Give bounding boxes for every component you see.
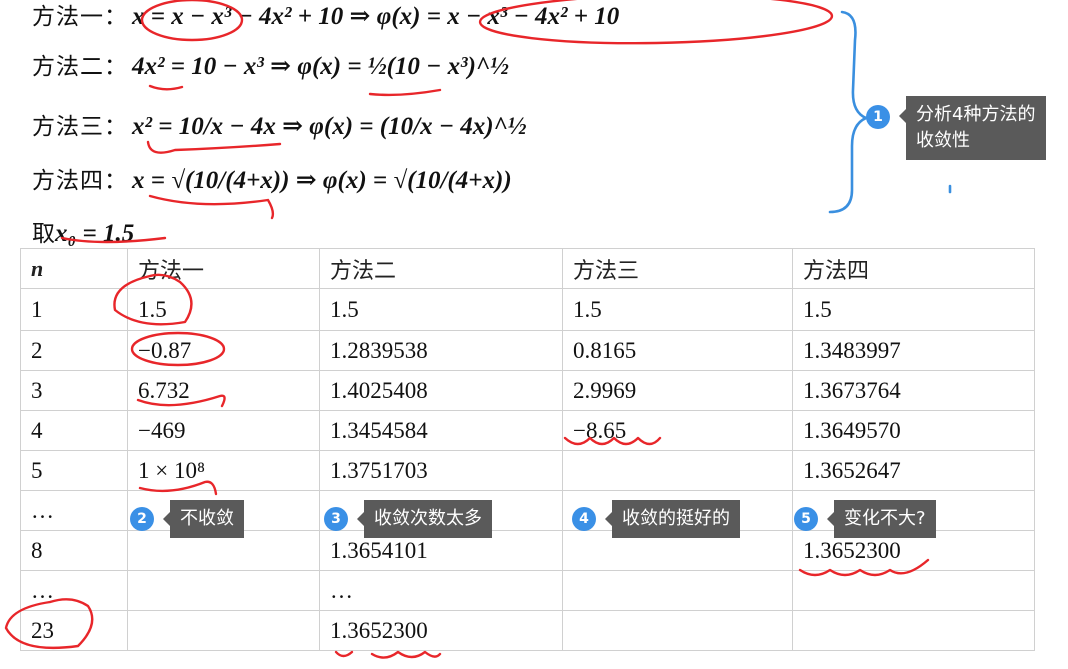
table-cell: 1.2839538 bbox=[319, 330, 563, 371]
table-row: 2 −0.87 1.2839538 0.8165 1.3483997 bbox=[20, 330, 1035, 371]
table-cell: 6.732 bbox=[127, 370, 320, 411]
annotation-1-tooltip: 分析4种方法的收敛性 bbox=[899, 96, 1046, 161]
table-row: 4 −469 1.3454584 −8.65 1.3649570 bbox=[20, 410, 1035, 451]
method-3-label: 方法三： bbox=[32, 114, 128, 140]
table-row: … … bbox=[20, 570, 1035, 611]
header-method-3: 方法三 bbox=[562, 248, 793, 289]
initial-value-line: 取x₀ = 1.5 bbox=[32, 214, 134, 248]
table-cell: 1.3652300 bbox=[319, 610, 563, 651]
table-cell: 1.4025408 bbox=[319, 370, 563, 411]
annotation-4[interactable]: 4 收敛的挺好的 bbox=[572, 500, 740, 539]
annotation-3[interactable]: 3 收敛次数太多 bbox=[324, 500, 492, 539]
table-row: 23 1.3652300 bbox=[20, 610, 1035, 651]
table-cell bbox=[562, 570, 793, 611]
method-4-formula: x = √(10/(4+x)) ⇒ φ(x) = √(10/(4+x)) bbox=[132, 167, 512, 194]
pen-underline-method2 bbox=[148, 84, 184, 91]
table-cell: 1.3652647 bbox=[792, 450, 1035, 491]
pen-underline-method2-phi bbox=[368, 88, 442, 97]
table-cell: 1.5 bbox=[562, 288, 793, 331]
pen-underline-method4 bbox=[148, 194, 275, 220]
table-cell: 5 bbox=[20, 450, 128, 491]
table-cell: 23 bbox=[20, 610, 128, 651]
annotation-5-tooltip: 变化不大? bbox=[827, 500, 936, 539]
table-row: 1 1.5 1.5 1.5 1.5 bbox=[20, 288, 1035, 331]
annotation-2-badge[interactable]: 2 bbox=[130, 507, 154, 532]
method-1-line: 方法一： x = x − x³ − 4x² + 10 ⇒ φ(x) = x − x… bbox=[32, 4, 619, 29]
initial-value-label: 取 bbox=[32, 221, 55, 247]
table-cell: … bbox=[20, 490, 128, 531]
header-n: n bbox=[20, 248, 128, 289]
table-cell: 1.5 bbox=[792, 288, 1035, 331]
annotation-2[interactable]: 2 不收敛 bbox=[130, 500, 244, 539]
method-4-label: 方法四： bbox=[32, 168, 128, 194]
table-cell: … bbox=[319, 570, 563, 611]
method-4-line: 方法四： x = √(10/(4+x)) ⇒ φ(x) = √(10/(4+x)) bbox=[32, 168, 512, 193]
annotation-3-badge[interactable]: 3 bbox=[324, 507, 348, 532]
annotation-5-badge[interactable]: 5 bbox=[794, 507, 818, 532]
table-cell: 1.5 bbox=[319, 288, 563, 331]
table-cell: 1.3483997 bbox=[792, 330, 1035, 371]
pen-squiggle-method2-row23 bbox=[370, 650, 442, 659]
annotation-5[interactable]: 5 变化不大? bbox=[794, 500, 936, 539]
slide: 方法一： x = x − x³ − 4x² + 10 ⇒ φ(x) = x − x… bbox=[0, 0, 1068, 669]
table-row: 3 6.732 1.4025408 2.9969 1.3673764 bbox=[20, 370, 1035, 411]
table-cell: 1.3751703 bbox=[319, 450, 563, 491]
table-cell: 1 bbox=[20, 288, 128, 331]
method-2-line: 方法二： 4x² = 10 − x³ ⇒ φ(x) = ½(10 − x³)^½ bbox=[32, 54, 509, 79]
method-3-line: 方法三： x² = 10/x − 4x ⇒ φ(x) = (10/x − 4x)^… bbox=[32, 114, 527, 139]
iteration-table: n 方法一 方法二 方法三 方法四 1 1.5 1.5 1.5 1.5 2 −0… bbox=[20, 248, 1035, 651]
table-cell: 1.3673764 bbox=[792, 370, 1035, 411]
method-3-formula: x² = 10/x − 4x ⇒ φ(x) = (10/x − 4x)^½ bbox=[132, 113, 527, 140]
initial-value-formula: x₀ = 1.5 bbox=[55, 220, 135, 247]
table-cell: −469 bbox=[127, 410, 320, 451]
table-cell: 4 bbox=[20, 410, 128, 451]
table-cell: 1.5 bbox=[127, 288, 320, 331]
table-cell bbox=[792, 610, 1035, 651]
annotation-3-tooltip: 收敛次数太多 bbox=[357, 500, 492, 539]
pen-tick-method2-row23 bbox=[334, 650, 354, 658]
table-cell: 2 bbox=[20, 330, 128, 371]
table-cell: 0.8165 bbox=[562, 330, 793, 371]
annotation-1[interactable]: 1 分析4种方法的收敛性 bbox=[866, 96, 1046, 161]
table-cell bbox=[127, 610, 320, 651]
annotation-4-badge[interactable]: 4 bbox=[572, 507, 596, 532]
header-method-2: 方法二 bbox=[319, 248, 563, 289]
table-cell: … bbox=[20, 570, 128, 611]
table-cell bbox=[562, 450, 793, 491]
table-cell: 1.3649570 bbox=[792, 410, 1035, 451]
header-method-4: 方法四 bbox=[792, 248, 1035, 289]
table-cell: 8 bbox=[20, 530, 128, 571]
header-method-1: 方法一 bbox=[127, 248, 320, 289]
table-cell: 2.9969 bbox=[562, 370, 793, 411]
annotation-2-tooltip: 不收敛 bbox=[163, 500, 244, 539]
method-1-label: 方法一： bbox=[32, 4, 128, 30]
method-2-label: 方法二： bbox=[32, 54, 128, 80]
pen-underline-method3 bbox=[146, 140, 282, 154]
table-cell: −8.65 bbox=[562, 410, 793, 451]
table-cell: 1 × 10⁸ bbox=[127, 450, 320, 491]
method-2-formula: 4x² = 10 − x³ ⇒ φ(x) = ½(10 − x³)^½ bbox=[132, 53, 509, 80]
annotation-4-tooltip: 收敛的挺好的 bbox=[605, 500, 740, 539]
table-cell: 1.3454584 bbox=[319, 410, 563, 451]
table-header-row: n 方法一 方法二 方法三 方法四 bbox=[20, 248, 1035, 289]
table-row: 5 1 × 10⁸ 1.3751703 1.3652647 bbox=[20, 450, 1035, 491]
method-1-formula: x = x − x³ − 4x² + 10 ⇒ φ(x) = x − x³ − … bbox=[132, 3, 620, 30]
annotation-1-badge[interactable]: 1 bbox=[866, 105, 890, 129]
table-cell: −0.87 bbox=[127, 330, 320, 371]
table-cell: 3 bbox=[20, 370, 128, 411]
table-cell bbox=[792, 570, 1035, 611]
table-cell bbox=[127, 570, 320, 611]
curly-bracket bbox=[828, 10, 870, 214]
table-cell bbox=[562, 610, 793, 651]
